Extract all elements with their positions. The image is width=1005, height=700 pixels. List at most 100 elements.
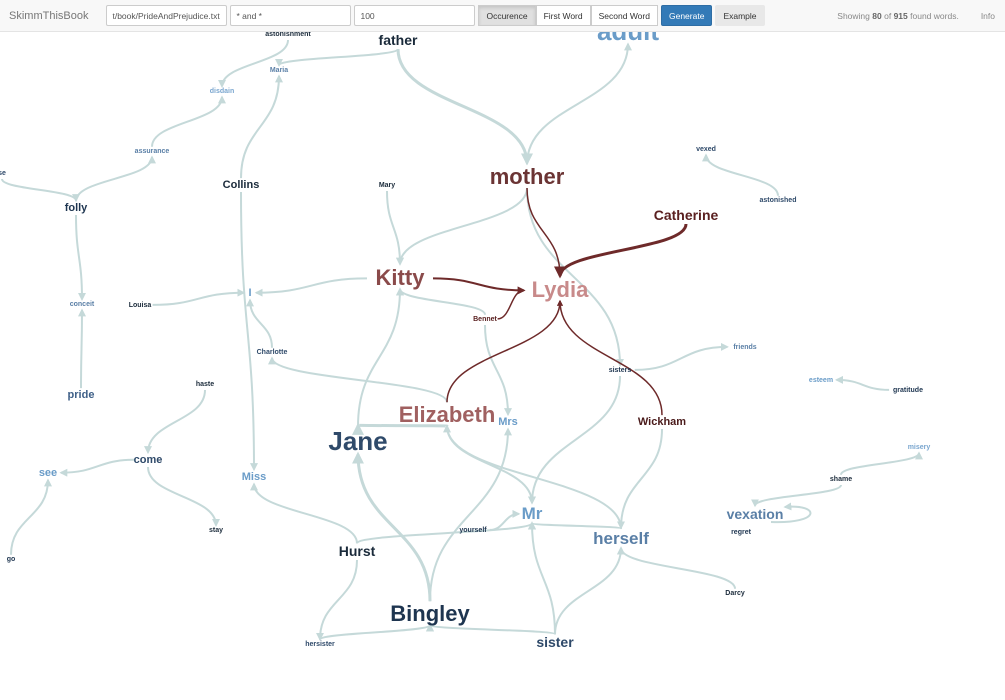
status-text: Showing 80 of 915 found words. <box>837 11 959 21</box>
edge-mary-kitty <box>386 190 404 266</box>
word-node-adult[interactable]: adult <box>597 32 659 46</box>
sort-first-word-button[interactable]: First Word <box>535 5 591 26</box>
word-node-shame[interactable]: shame <box>830 476 852 483</box>
word-node-louisa[interactable]: Louisa <box>129 302 152 309</box>
edge-jane-kitty <box>357 287 404 427</box>
edge-herself-mr <box>528 521 622 530</box>
word-node-sister[interactable]: sister <box>536 634 574 650</box>
edge-haste-come <box>144 389 206 455</box>
word-node-disdain[interactable]: disdain <box>210 88 235 95</box>
word-node-friends[interactable]: friends <box>733 344 756 351</box>
word-node-miss[interactable]: Miss <box>242 471 266 483</box>
edge-sister-mr <box>528 521 556 635</box>
word-node-vexation[interactable]: vexation <box>727 506 784 522</box>
word-node-haste[interactable]: haste <box>196 381 214 388</box>
edge-mother-kitty <box>396 187 528 266</box>
word-node-se[interactable]: se <box>0 170 6 177</box>
status-suffix: found words. <box>910 10 959 21</box>
word-node-bennet[interactable]: Bennet <box>473 316 497 323</box>
edge-hurst-mr <box>356 521 536 545</box>
edge-gratitude-esteem <box>835 375 890 391</box>
edge-kitty-i <box>254 277 368 297</box>
edge-hersister-bingley <box>319 623 434 641</box>
edge-bingley-jane <box>352 451 432 602</box>
word-node-assurance[interactable]: assurance <box>135 148 170 155</box>
word-node-conceit[interactable]: conceit <box>70 301 95 308</box>
word-node-mary[interactable]: Mary <box>379 182 395 189</box>
edge-catherine-lydia <box>554 223 688 279</box>
edge-collins-maria <box>240 74 283 179</box>
word-node-kitty[interactable]: Kitty <box>376 265 426 290</box>
edge-father-maria <box>275 48 399 67</box>
edge-shame-vexation <box>751 484 842 508</box>
shown-count: 80 <box>872 10 882 21</box>
edge-folly-conceit <box>75 214 86 301</box>
edge-sisters-mr <box>528 375 621 505</box>
edge-come-stay <box>147 466 220 527</box>
word-node-hersister[interactable]: hersister <box>305 641 335 648</box>
status-prefix: Showing <box>837 10 870 21</box>
word-node-astonishment[interactable]: astonishment <box>265 32 311 38</box>
word-node-collins[interactable]: Collins <box>223 179 260 191</box>
edge-sisters-friends <box>634 342 729 371</box>
edge-father-mother <box>396 48 533 166</box>
word-node-charlotte[interactable]: Charlotte <box>257 349 288 356</box>
word-node-astonished[interactable]: astonished <box>760 197 797 204</box>
example-button[interactable]: Example <box>715 5 765 26</box>
word-node-bingley[interactable]: Bingley <box>390 601 470 626</box>
word-node-stay[interactable]: stay <box>209 527 223 534</box>
word-node-folly[interactable]: folly <box>65 202 88 214</box>
sort-button-group: Occurence First Word Second Word <box>478 5 658 26</box>
word-node-hurst[interactable]: Hurst <box>339 543 376 559</box>
edge-sister-bingley <box>426 623 556 636</box>
edge-collins-miss <box>240 191 258 472</box>
edge-astonished-vexed <box>702 153 779 196</box>
sort-second-word-button[interactable]: Second Word <box>590 5 658 26</box>
edge-elizabeth-charlotte <box>268 356 448 403</box>
word-node-see[interactable]: see <box>39 467 57 479</box>
navbar: SkimmThisBook Occurence First Word Secon… <box>0 0 1005 32</box>
edge-darcy-herself <box>617 546 736 590</box>
word-node-father[interactable]: father <box>379 32 418 48</box>
brand-link[interactable]: SkimmThisBook <box>9 10 88 22</box>
word-node-go[interactable]: go <box>7 556 16 563</box>
word-graph[interactable]: adult father astonishment Maria disdain assur… <box>0 32 1005 700</box>
total-count: 915 <box>893 10 908 21</box>
word-node-come[interactable]: come <box>134 454 163 466</box>
word-node-wickham[interactable]: Wickham <box>638 416 686 428</box>
word-node-vexed[interactable]: vexed <box>696 146 716 153</box>
word-node-herself[interactable]: herself <box>593 529 649 548</box>
word-node-mrs[interactable]: Mrs <box>498 416 518 428</box>
word-node-i[interactable]: I <box>248 287 251 299</box>
edge-mother-lydia <box>526 187 563 278</box>
word-node-yourself[interactable]: yourself <box>459 527 487 534</box>
word-node-gratitude[interactable]: gratitude <box>893 387 923 394</box>
word-node-mr[interactable]: Mr <box>522 504 543 523</box>
edge-wickham-herself <box>617 428 663 530</box>
word-node-misery[interactable]: misery <box>908 444 931 451</box>
edge-bennet-kitty <box>396 287 486 316</box>
word-node-elizabeth[interactable]: Elizabeth <box>399 402 496 427</box>
edge-charlotte-i <box>246 298 273 348</box>
edge-hurst-hersister <box>316 559 358 641</box>
edge-go-see <box>10 478 52 555</box>
word-node-catherine[interactable]: Catherine <box>654 207 719 223</box>
edge-se-folly <box>1 178 80 203</box>
generate-button[interactable]: Generate <box>660 5 713 26</box>
info-link[interactable]: Info <box>981 11 995 21</box>
word-node-pride[interactable]: pride <box>68 389 95 401</box>
edge-louisa-i <box>152 288 246 306</box>
word-node-maria[interactable]: Maria <box>270 67 288 74</box>
word-node-jane[interactable]: Jane <box>328 426 387 456</box>
word-node-esteem[interactable]: esteem <box>809 377 833 384</box>
word-node-darcy[interactable]: Darcy <box>725 590 745 597</box>
word-node-regret[interactable]: regret <box>731 529 752 536</box>
count-input[interactable] <box>354 5 476 26</box>
word-node-sisters[interactable]: sisters <box>609 367 632 374</box>
edge-sister-herself <box>554 546 625 635</box>
sort-occurence-button[interactable]: Occurence <box>478 5 536 26</box>
word-node-lydia[interactable]: Lydia <box>532 277 589 302</box>
pattern-input[interactable] <box>230 5 352 26</box>
word-node-mother[interactable]: mother <box>490 164 565 189</box>
file-input[interactable] <box>106 5 228 26</box>
